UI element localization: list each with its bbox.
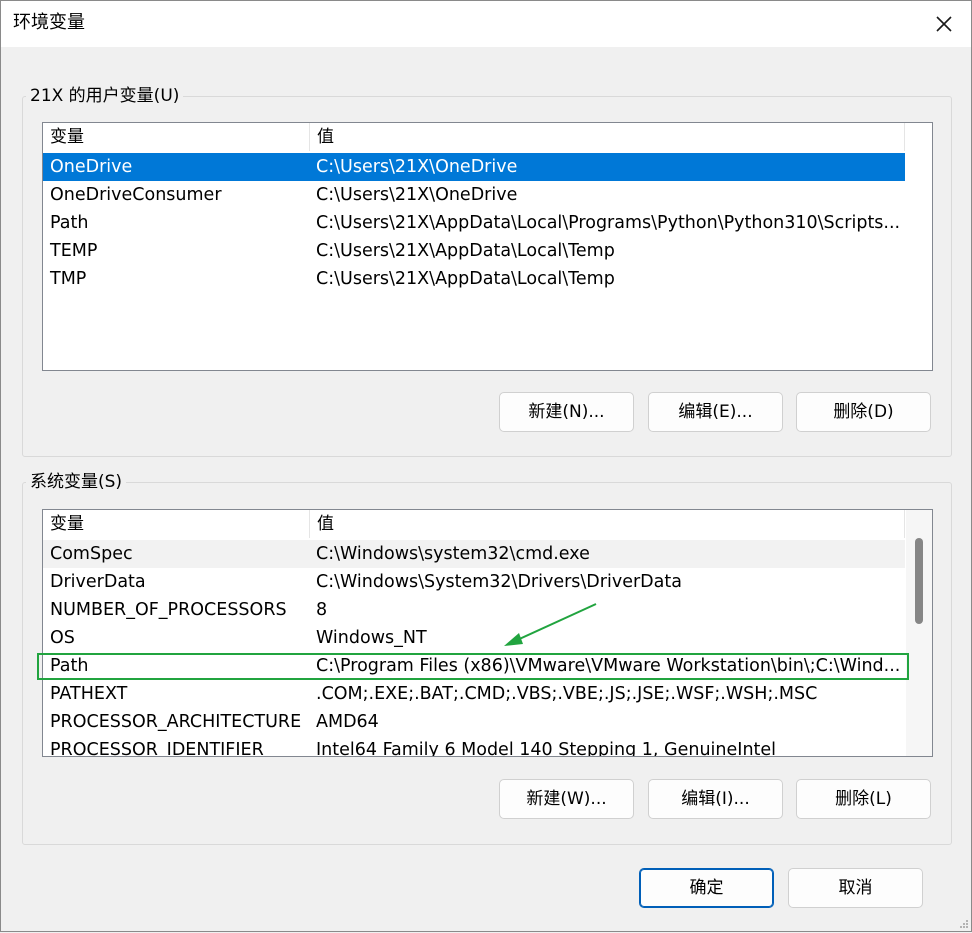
variable-value-cell: C:\Program Files (x86)\VMware\VMware Wor… — [316, 656, 901, 676]
variable-name-cell: PROCESSOR_IDENTIFIER — [50, 740, 264, 757]
variable-value-cell: .COM;.EXE;.BAT;.CMD;.VBS;.VBE;.JS;.JSE;.… — [316, 684, 818, 704]
user-variables-list[interactable]: 变量 值 OneDrive C:\Users\21X\OneDrive OneDri… — [42, 122, 933, 371]
table-row[interactable]: TMP C:\Users\21X\AppData\Local\Temp — [43, 265, 905, 293]
environment-variables-dialog: 环境变量 21X 的用户变量(U) 变量 值 OneDrive C:\Users\… — [0, 0, 972, 932]
table-row[interactable]: PATHEXT .COM;.EXE;.BAT;.CMD;.VBS;.VBE;.JS… — [43, 680, 905, 708]
variable-value-cell: C:\Users\21X\OneDrive — [316, 157, 518, 177]
variable-name-cell: TMP — [50, 269, 87, 289]
cancel-button[interactable]: 取消 — [788, 868, 923, 908]
table-row[interactable]: OneDrive C:\Users\21X\OneDrive — [43, 153, 905, 181]
variable-value-cell: C:\Users\21X\AppData\Local\Programs\Pyth… — [316, 213, 901, 233]
resize-grip-icon[interactable] — [959, 919, 969, 929]
variable-name-cell: PROCESSOR_ARCHITECTURE — [50, 712, 302, 732]
table-row[interactable]: TEMP C:\Users\21X\AppData\Local\Temp — [43, 237, 905, 265]
variable-value-cell: Intel64 Family 6 Model 140 Stepping 1, G… — [316, 740, 777, 757]
variable-name-cell: OneDriveConsumer — [50, 185, 222, 205]
system-variables-label: 系统变量(S) — [30, 472, 123, 492]
variable-value-cell: C:\Windows\system32\cmd.exe — [316, 544, 590, 564]
variable-name-cell: DriverData — [50, 572, 146, 592]
variable-name-cell: Path — [50, 656, 89, 676]
dialog-title: 环境变量 — [13, 12, 85, 33]
table-row[interactable]: NUMBER_OF_PROCESSORS 8 — [43, 596, 905, 624]
table-row[interactable]: DriverData C:\Windows\System32\Drivers\Dr… — [43, 568, 905, 596]
user-delete-button[interactable]: 删除(D) — [796, 392, 931, 432]
system-delete-button[interactable]: 删除(L) — [796, 779, 931, 819]
variable-value-cell: C:\Users\21X\AppData\Local\Temp — [316, 269, 615, 289]
list-header: 变量 值 — [43, 123, 905, 151]
system-edit-button[interactable]: 编辑(I)... — [648, 779, 783, 819]
variable-name-cell: TEMP — [50, 241, 98, 261]
close-icon — [936, 16, 952, 32]
variable-name-cell: NUMBER_OF_PROCESSORS — [50, 600, 287, 620]
vertical-scrollbar[interactable] — [906, 510, 932, 756]
user-new-button[interactable]: 新建(N)... — [499, 392, 634, 432]
variable-value-cell: C:\Users\21X\OneDrive — [316, 185, 518, 205]
column-header-value[interactable]: 值 — [310, 123, 905, 151]
variable-name-cell: ComSpec — [50, 544, 133, 564]
user-edit-button[interactable]: 编辑(E)... — [648, 392, 783, 432]
variable-name-cell: OneDrive — [50, 157, 133, 177]
variable-name-cell: OS — [50, 628, 75, 648]
system-variables-rows: ComSpec C:\Windows\system32\cmd.exe Driver… — [43, 540, 905, 757]
variable-name-cell: Path — [50, 213, 89, 233]
table-row[interactable]: Path C:\Users\21X\AppData\Local\Programs\… — [43, 209, 905, 237]
system-variables-list[interactable]: 变量 值 ComSpec C:\Windows\system32\cmd.exe D… — [42, 509, 933, 757]
table-row[interactable]: ComSpec C:\Windows\system32\cmd.exe — [43, 540, 905, 568]
variable-name-cell: PATHEXT — [50, 684, 128, 704]
system-new-button[interactable]: 新建(W)... — [499, 779, 634, 819]
column-header-variable[interactable]: 变量 — [43, 123, 310, 151]
variable-value-cell: AMD64 — [316, 712, 379, 732]
column-header-value[interactable]: 值 — [310, 510, 905, 538]
user-variables-label: 21X 的用户变量(U) — [30, 86, 180, 106]
title-bar: 环境变量 — [1, 1, 971, 47]
column-header-variable[interactable]: 变量 — [43, 510, 310, 538]
table-row[interactable]: PROCESSOR_ARCHITECTURE AMD64 — [43, 708, 905, 736]
variable-value-cell: C:\Users\21X\AppData\Local\Temp — [316, 241, 615, 261]
variable-value-cell: 8 — [316, 600, 328, 620]
variable-value-cell: Windows_NT — [316, 628, 427, 648]
table-row[interactable]: OneDriveConsumer C:\Users\21X\OneDrive — [43, 181, 905, 209]
ok-button[interactable]: 确定 — [639, 868, 774, 908]
scrollbar-thumb[interactable] — [915, 538, 923, 624]
variable-value-cell: C:\Windows\System32\Drivers\DriverData — [316, 572, 682, 592]
table-row[interactable]: PROCESSOR_IDENTIFIER Intel64 Family 6 Mod… — [43, 736, 905, 757]
close-button[interactable] — [927, 7, 961, 41]
table-row[interactable]: OS Windows_NT — [43, 624, 905, 652]
user-variables-rows: OneDrive C:\Users\21X\OneDrive OneDriveCon… — [43, 153, 905, 293]
table-row[interactable]: Path C:\Program Files (x86)\VMware\VMware… — [43, 652, 905, 680]
list-header: 变量 值 — [43, 510, 905, 538]
